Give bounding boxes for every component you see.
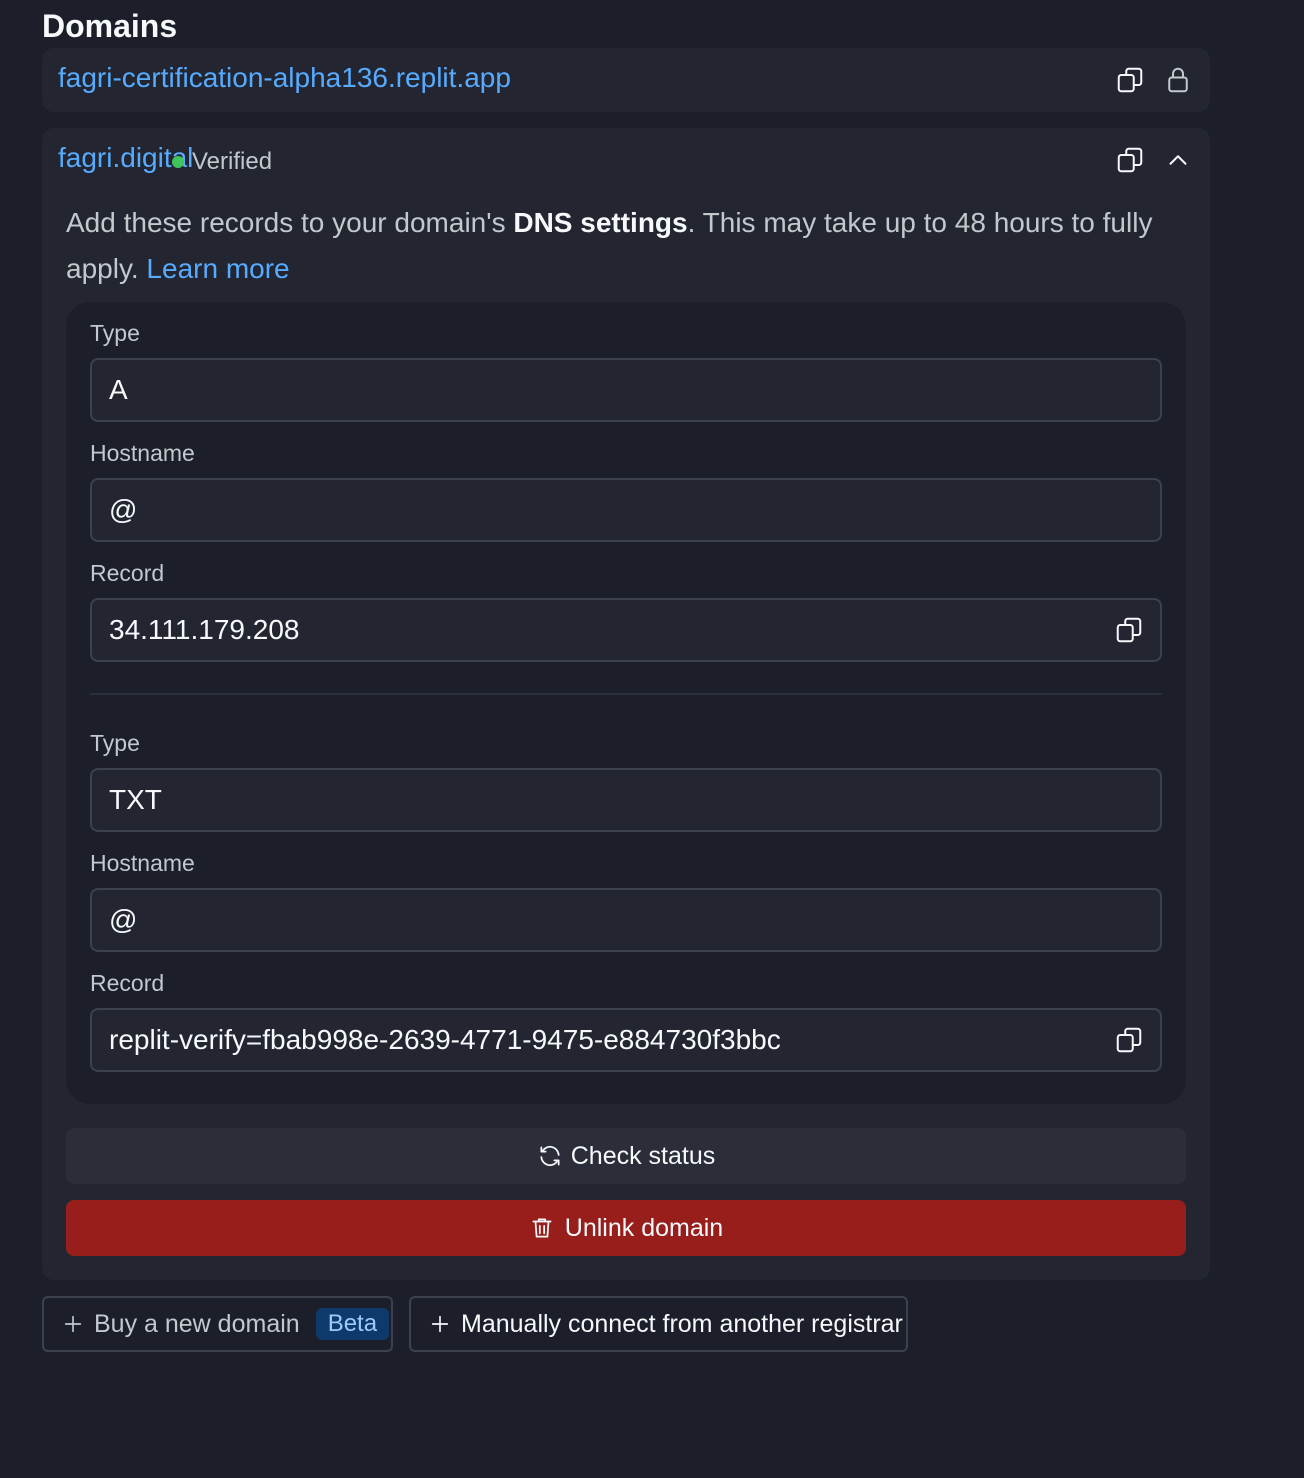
- hostname-field[interactable]: @: [90, 888, 1162, 952]
- copy-icon[interactable]: [1114, 144, 1146, 176]
- dns-records-box: Type A Hostname @ Record 34.111.179.208 …: [66, 302, 1186, 1104]
- record-label: Record: [90, 970, 165, 996]
- check-status-button[interactable]: Check status: [66, 1128, 1186, 1184]
- copy-icon[interactable]: [1114, 1025, 1146, 1057]
- plus-icon: [429, 1313, 451, 1335]
- buy-domain-button[interactable]: Buy a new domain Beta: [42, 1296, 393, 1352]
- domain-link[interactable]: fagri-certification-alpha136.replit.app: [58, 62, 511, 94]
- record-divider: [90, 693, 1162, 695]
- record-label: Record: [90, 560, 165, 586]
- type-field[interactable]: A: [90, 358, 1162, 422]
- record-field[interactable]: replit-verify=fbab998e-2639-4771-9475-e8…: [90, 1008, 1162, 1072]
- learn-more-link[interactable]: Learn more: [146, 253, 289, 284]
- type-field[interactable]: TXT: [90, 768, 1162, 832]
- domain-card-fagri-digital: fagri.digital Add these records to your …: [42, 128, 1210, 1280]
- type-label: Type: [90, 320, 140, 346]
- copy-icon[interactable]: [1114, 64, 1146, 96]
- status-dot: [172, 156, 184, 168]
- section-title: Domains: [42, 8, 178, 44]
- domain-row: fagri-certification-alpha136.replit.app: [42, 48, 1210, 112]
- copy-icon[interactable]: [1114, 615, 1146, 647]
- chevron-up-icon[interactable]: [1162, 144, 1194, 176]
- hostname-label: Hostname: [90, 850, 195, 876]
- beta-badge: Beta: [315, 1308, 390, 1340]
- type-label: Type: [90, 730, 140, 756]
- hostname-label: Hostname: [90, 440, 195, 466]
- manual-connect-button[interactable]: Manually connect from another registrar: [409, 1296, 908, 1352]
- dns-help-text: Add these records to your domain's DNS s…: [66, 207, 1153, 284]
- unlink-domain-button[interactable]: Unlink domain: [66, 1200, 1186, 1256]
- refresh-icon: [537, 1143, 563, 1169]
- domains-panel: Domains fagri-certification-alpha136.rep…: [0, 0, 1304, 1478]
- hostname-field[interactable]: @: [90, 478, 1162, 542]
- plus-icon: [62, 1313, 84, 1335]
- status-badge: Verified: [172, 148, 272, 176]
- record-field[interactable]: 34.111.179.208: [90, 598, 1162, 662]
- domain-card-replit-app: fagri-certification-alpha136.replit.app: [42, 48, 1210, 112]
- lock-icon[interactable]: [1162, 64, 1194, 96]
- trash-icon: [529, 1215, 555, 1241]
